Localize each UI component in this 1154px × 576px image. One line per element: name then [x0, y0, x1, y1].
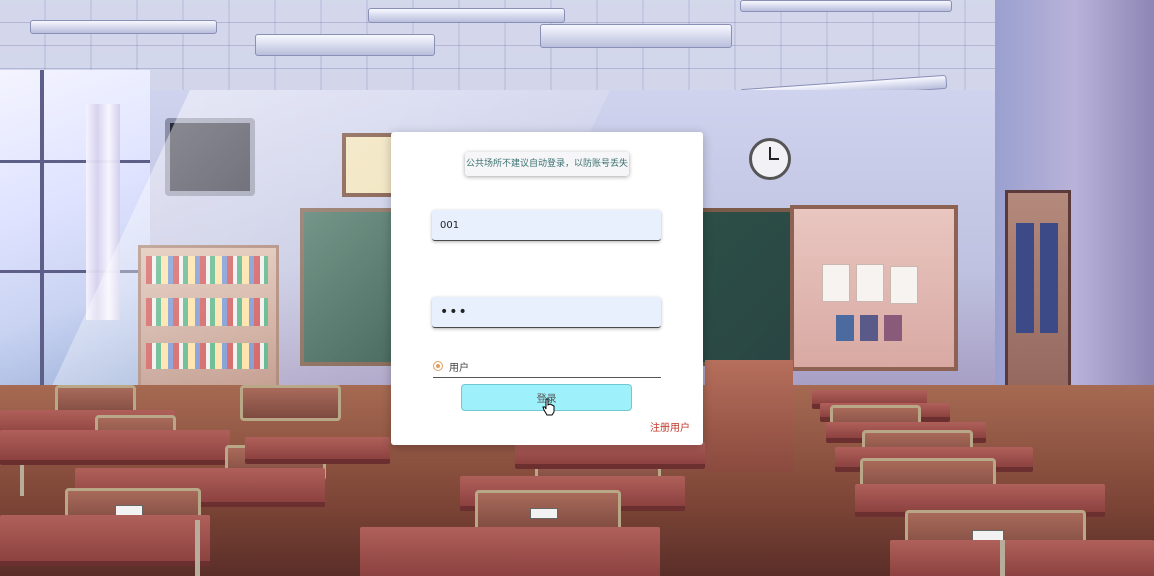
desk [890, 540, 1154, 576]
username-input[interactable] [432, 210, 661, 241]
ceiling-lamp [255, 34, 435, 56]
ceiling-lamp [540, 24, 732, 48]
auto-login-warning-tip: 公共场所不建议自动登录，以防账号丢失 [465, 152, 629, 176]
login-panel: 公共场所不建议自动登录，以防账号丢失 用户 登录 注册用户 [391, 132, 703, 445]
ceiling-lamp [30, 20, 217, 34]
desk [0, 430, 230, 465]
notice-board [790, 205, 958, 371]
pointer-cursor-icon [542, 398, 555, 416]
role-radio-user[interactable] [433, 361, 443, 371]
desk [245, 437, 390, 464]
desk [515, 442, 705, 469]
ceiling-lamp [740, 0, 952, 12]
desk [360, 527, 660, 576]
cabinet [705, 360, 793, 472]
desk [0, 515, 210, 566]
register-user-link[interactable]: 注册用户 [650, 419, 690, 434]
role-selector: 用户 [433, 358, 661, 378]
ceiling-lamp [368, 8, 565, 23]
chair [240, 385, 341, 421]
password-input[interactable] [432, 297, 661, 328]
role-label-user[interactable]: 用户 [449, 359, 469, 374]
wall-clock [749, 138, 791, 180]
radio-selected-dot [436, 364, 440, 368]
